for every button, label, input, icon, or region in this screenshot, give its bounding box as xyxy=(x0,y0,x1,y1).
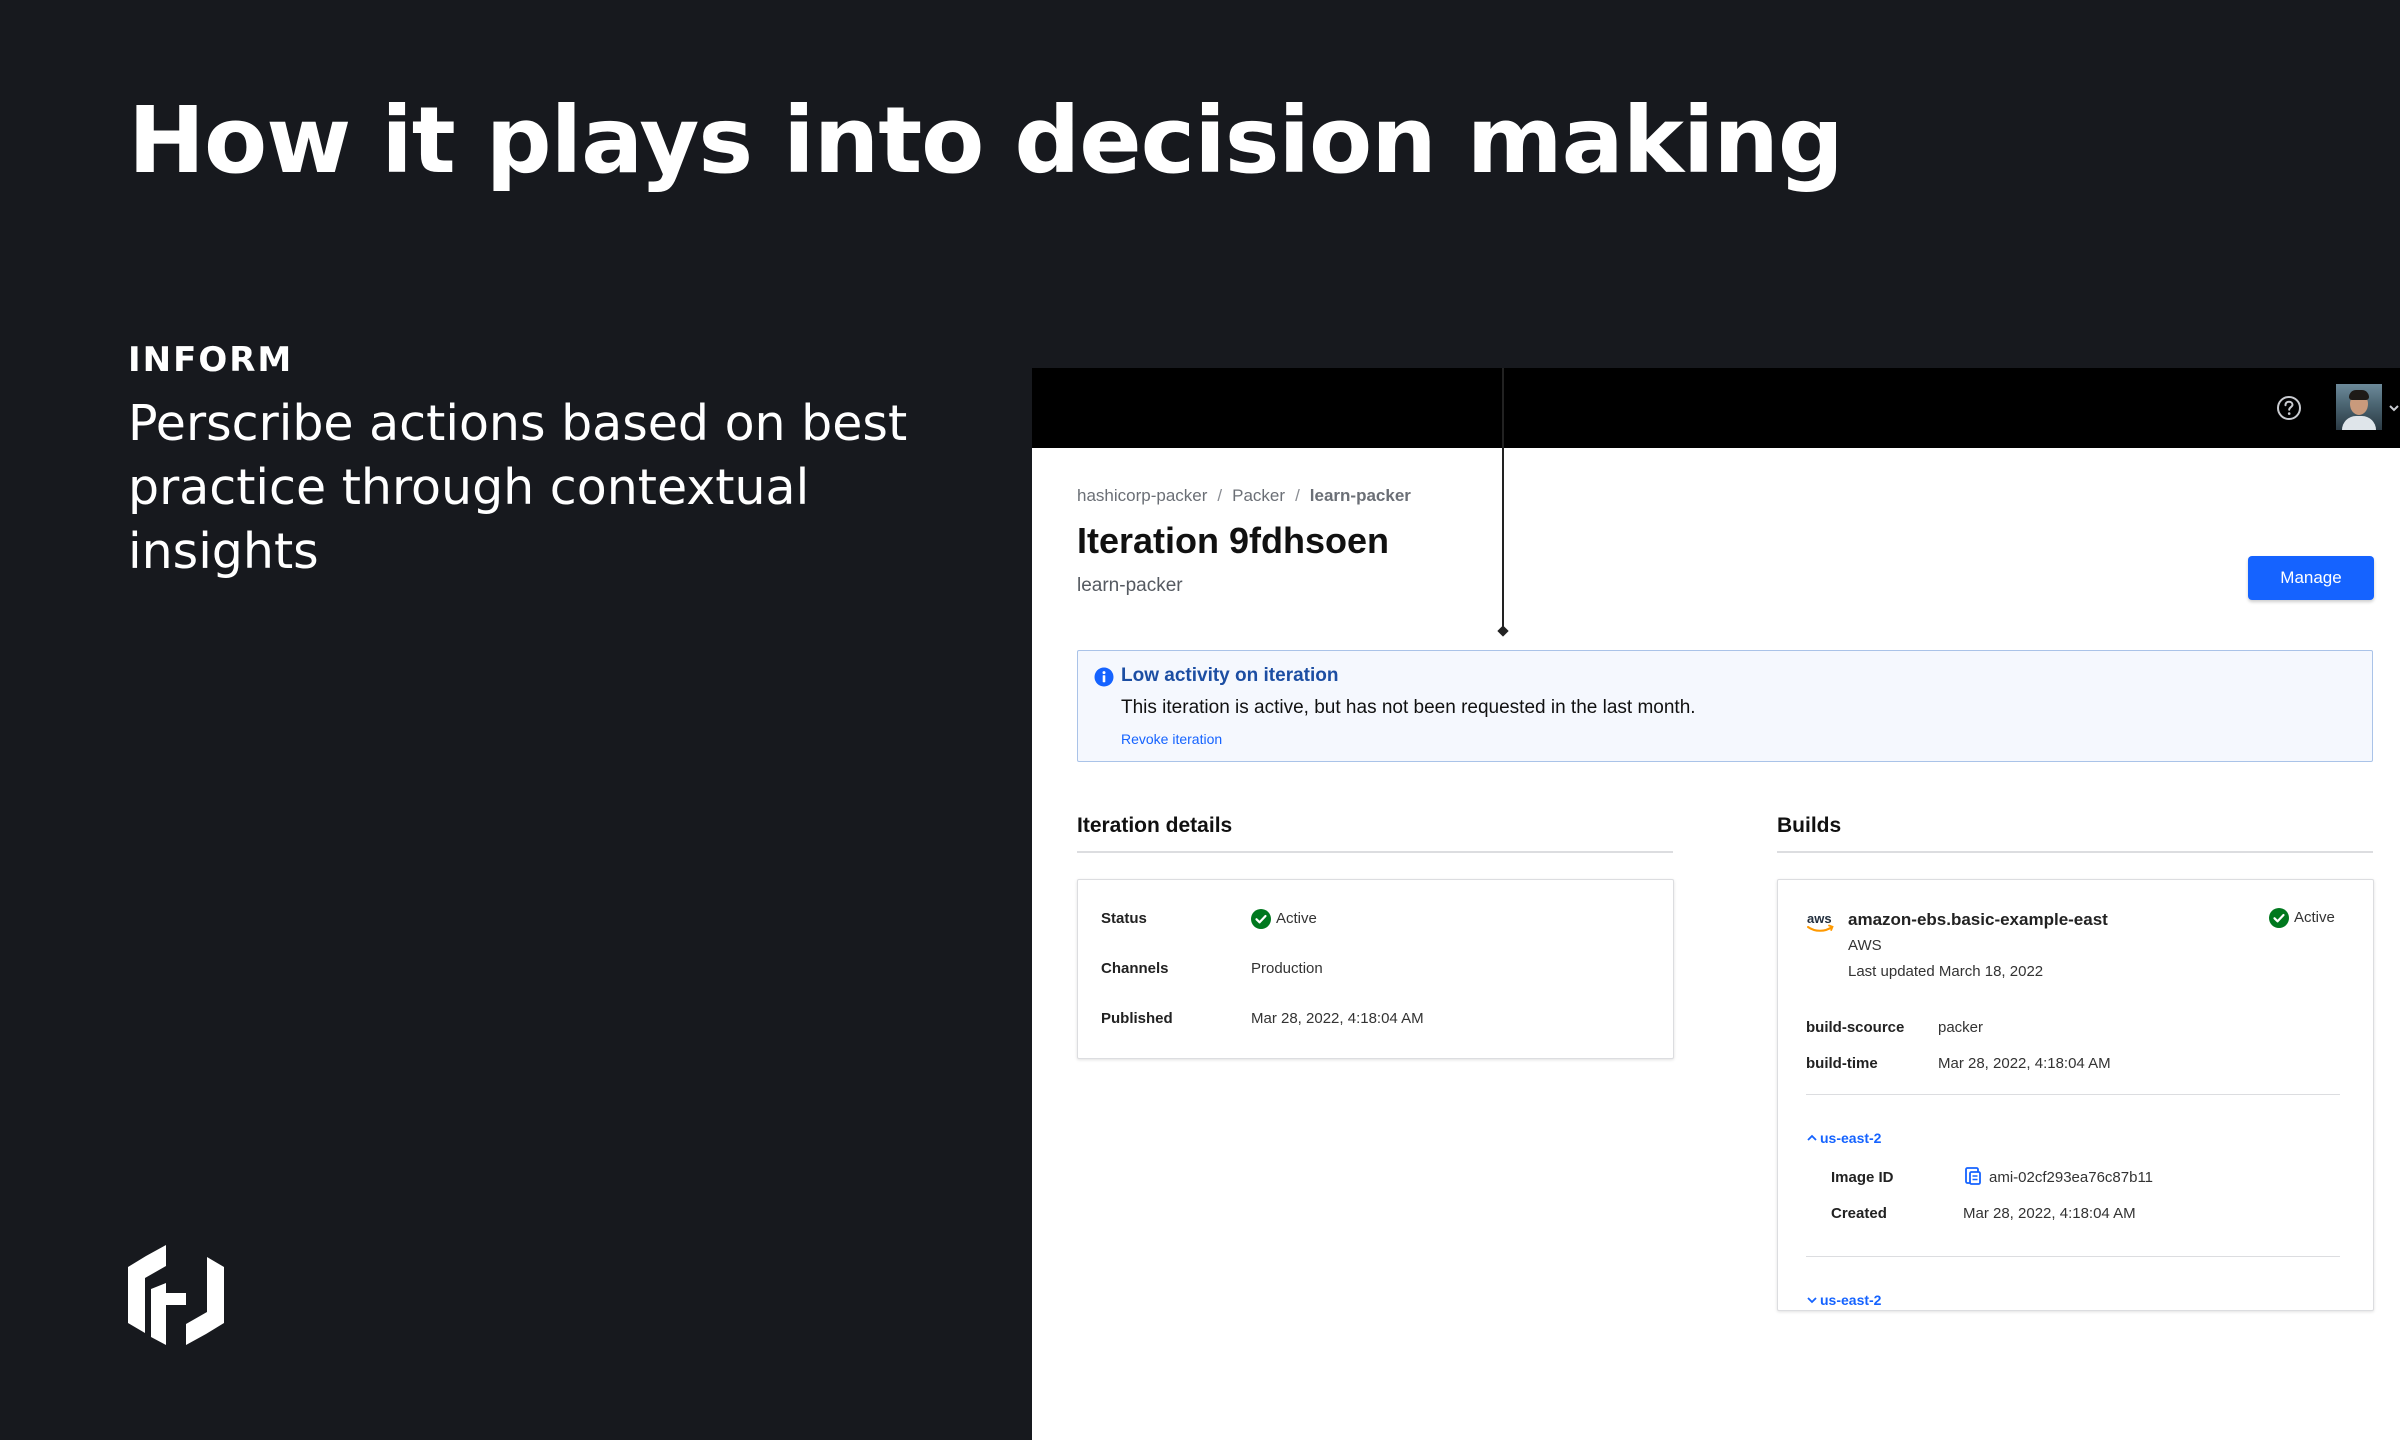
copy-icon[interactable] xyxy=(1963,1166,1983,1186)
chevron-down-icon[interactable] xyxy=(2388,402,2400,414)
channels-value: Production xyxy=(1251,960,1323,977)
page-subtitle: learn-packer xyxy=(1077,575,1183,596)
build-source-label: build-scource xyxy=(1806,1019,1905,1036)
divider xyxy=(1806,1256,2340,1257)
created-label: Created xyxy=(1831,1205,1887,1222)
breadcrumb-item-org[interactable]: hashicorp-packer xyxy=(1077,486,1207,505)
builds-heading: Builds xyxy=(1777,814,1842,837)
product-screenshot: hashicorp-packer / Packer / learn-packer Ite… xyxy=(1032,368,2400,1440)
iteration-details-card: Status Active Channels Production Publis… xyxy=(1077,879,1674,1059)
iteration-details-heading: Iteration details xyxy=(1077,814,1233,837)
build-name[interactable]: amazon-ebs.basic-example-east xyxy=(1848,910,2108,930)
region-toggle-collapsed[interactable]: us-east-2 xyxy=(1806,1292,1881,1308)
region-toggle-expanded[interactable]: us-east-2 xyxy=(1806,1130,1881,1146)
annotation-line xyxy=(1502,368,1504,630)
chevron-up-icon xyxy=(1807,1134,1817,1141)
info-icon xyxy=(1094,667,1114,687)
build-status: Active xyxy=(2294,909,2335,926)
hashicorp-logo-icon xyxy=(128,1245,224,1345)
slide-title: How it plays into decision making xyxy=(128,87,1844,194)
breadcrumb-item-service[interactable]: Packer xyxy=(1232,486,1285,505)
build-card: aws amazon-ebs.basic-example-east AWS La… xyxy=(1777,879,2374,1311)
divider xyxy=(1806,1094,2340,1095)
alert-title: Low activity on iteration xyxy=(1121,665,1339,686)
chevron-down-icon xyxy=(1807,1297,1817,1304)
image-id-value: ami-02cf293ea76c87b11 xyxy=(1989,1169,2154,1186)
build-source-value: packer xyxy=(1938,1019,1984,1036)
user-avatar[interactable] xyxy=(2336,384,2382,430)
section-divider xyxy=(1777,851,2373,853)
manage-button[interactable]: Manage xyxy=(2248,556,2374,600)
published-label: Published xyxy=(1101,1010,1173,1027)
created-value: Mar 28, 2022, 4:18:04 AM xyxy=(1963,1205,2136,1222)
breadcrumb-item-current: learn-packer xyxy=(1309,486,1411,505)
build-time-value: Mar 28, 2022, 4:18:04 AM xyxy=(1938,1055,2111,1072)
annotation-pointer xyxy=(1497,625,1509,637)
help-icon[interactable] xyxy=(2276,395,2302,421)
build-provider: AWS xyxy=(1848,937,1882,954)
check-circle-icon xyxy=(1251,909,1271,929)
aws-logo-icon: aws xyxy=(1807,911,1834,932)
published-value: Mar 28, 2022, 4:18:04 AM xyxy=(1251,1010,1424,1027)
top-navigation-bar xyxy=(1032,368,2400,448)
build-last-updated: Last updated March 18, 2022 xyxy=(1848,963,2044,980)
svg-text:aws: aws xyxy=(1807,911,1832,926)
low-activity-alert: Low activity on iteration This iteration… xyxy=(1077,650,2373,762)
section-label: INFORM xyxy=(128,340,294,380)
image-id-label: Image ID xyxy=(1831,1169,1894,1186)
revoke-iteration-link[interactable]: Revoke iteration xyxy=(1121,731,1222,747)
breadcrumb: hashicorp-packer / Packer / learn-packer xyxy=(1077,486,1411,505)
build-time-label: build-time xyxy=(1806,1055,1878,1072)
page-title: Iteration 9fdhsoen xyxy=(1077,520,1390,561)
status-label: Status xyxy=(1101,910,1147,927)
alert-body: This iteration is active, but has not be… xyxy=(1121,697,1696,718)
region-name: us-east-2 xyxy=(1820,1292,1882,1308)
status-value: Active xyxy=(1276,910,1317,927)
section-divider xyxy=(1077,851,1673,853)
section-description: Perscribe actions based on best practice… xyxy=(128,395,908,580)
region-name: us-east-2 xyxy=(1820,1130,1882,1146)
check-circle-icon xyxy=(2269,908,2289,928)
channels-label: Channels xyxy=(1101,960,1169,977)
